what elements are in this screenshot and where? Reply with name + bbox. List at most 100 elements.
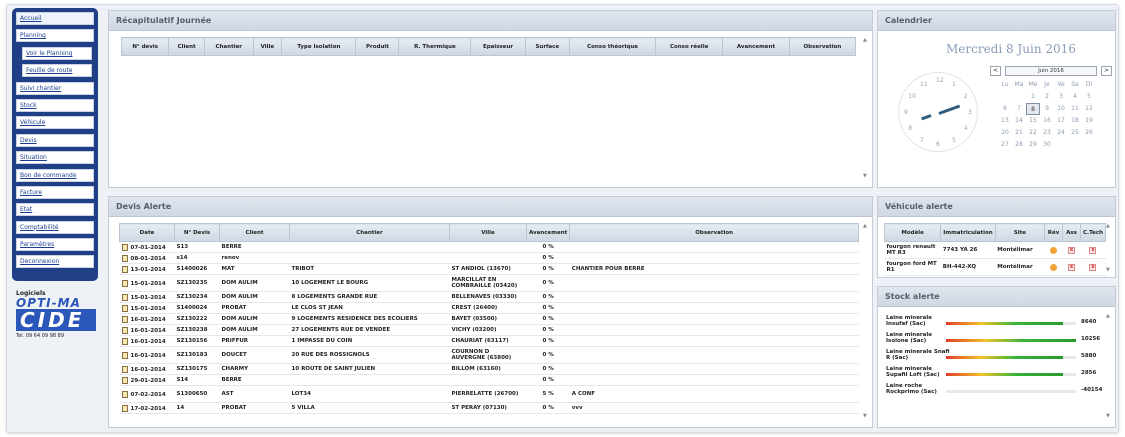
scroll-down-icon[interactable]: ▼	[863, 413, 867, 419]
calendar-day[interactable]: 14	[1012, 115, 1026, 127]
sidebar-item-situation[interactable]: Situation	[16, 151, 94, 165]
sidebar-item-facture[interactable]: Facture	[16, 185, 94, 199]
sidebar-item-suivi-chantier[interactable]: Suivi chantier	[16, 81, 94, 95]
calendar-day[interactable]: 21	[1012, 127, 1026, 139]
scroll-down-icon[interactable]: ▼	[1106, 267, 1110, 273]
devis-row[interactable]: 16-01-2014 SZ130222 DOM AULIM 9 LOGEMENTS R…	[119, 313, 859, 325]
recap-column-header: R. Thermique	[398, 37, 472, 56]
calendar-day[interactable]: 22	[1026, 127, 1040, 139]
calendar-day[interactable]: 9	[1040, 103, 1054, 115]
calendar-day[interactable]: 29	[1026, 139, 1040, 151]
calendar-day[interactable]: 20	[998, 127, 1012, 139]
sidebar-item-feuille-de-route[interactable]: Feuille de route	[22, 64, 92, 78]
devis-row[interactable]: 13-01-2014 S1400026 MAT TRIBOT ST ANDIOL (13…	[119, 263, 859, 275]
calendar-day[interactable]: 8	[1026, 103, 1040, 115]
scroll-up-icon[interactable]: ▲	[1106, 313, 1110, 319]
devis-row[interactable]: 16-01-2014 SZ130238 DOM AULIM 27 LOGEMENTS …	[119, 324, 859, 336]
vehicle-scrollbar[interactable]: ▲ ▼	[1106, 223, 1113, 273]
devis-row[interactable]: 07-02-2014 S1300650 AST LOT34 PIERRELATTE (2…	[119, 385, 859, 403]
calendar-day[interactable]: 18	[1068, 115, 1082, 127]
devis-scrollbar[interactable]: ▲ ▼	[863, 223, 870, 419]
devis-client-cell: renov	[219, 252, 290, 264]
month-selector[interactable]: Juin 2016	[1005, 66, 1097, 76]
devis-row[interactable]: 16-01-2014 SZ130156 PRIFFUR 1 IMPASSE DU CO…	[119, 335, 859, 347]
devis-row[interactable]: 29-01-2014 S14 BERRE 0 %	[119, 374, 859, 386]
document-icon[interactable]	[121, 365, 128, 373]
clock-number: 11	[920, 81, 928, 89]
document-icon[interactable]	[121, 326, 128, 334]
close-icon[interactable]: x	[1089, 246, 1097, 254]
calendar-day[interactable]: 10	[1054, 103, 1068, 115]
recap-scrollbar[interactable]: ▲ ▼	[863, 37, 870, 179]
prev-month-button[interactable]: <	[990, 66, 1001, 76]
vehicle-row[interactable]: fourgon ford MT R1 BH-442-XQ Montélimar x x	[884, 258, 1106, 276]
calendar-day[interactable]: 26	[1082, 127, 1096, 139]
devis-row[interactable]: 08-01-2014 s14 renov 0 %	[119, 252, 859, 264]
devis-row[interactable]: 16-01-2014 SZ130183 DOUCET 20 RUE DES ROSSI…	[119, 346, 859, 364]
calendar-day[interactable]: 3	[1054, 91, 1068, 103]
calendar-day[interactable]: 23	[1040, 127, 1054, 139]
calendar-day[interactable]: 17	[1054, 115, 1068, 127]
close-icon[interactable]: x	[1089, 263, 1097, 271]
sidebar-item-parametres[interactable]: Paramètres	[16, 238, 94, 252]
sidebar-item-devis[interactable]: Devis	[16, 133, 94, 147]
close-icon[interactable]: x	[1067, 263, 1075, 271]
devis-row[interactable]: 16-01-2014 SZ130175 CHARMY 10 ROUTE DE SAIN…	[119, 363, 859, 375]
document-icon[interactable]	[121, 279, 128, 287]
devis-date-cell: 15-01-2014	[119, 274, 175, 292]
sidebar-item-etat[interactable]: Etat	[16, 203, 94, 217]
document-icon[interactable]	[121, 293, 128, 301]
document-icon[interactable]	[121, 376, 128, 384]
devis-row[interactable]: 15-01-2014 SZ130235 DOM AULIM 10 LOGEMENT L…	[119, 274, 859, 292]
sidebar-item-stock[interactable]: Stock	[16, 98, 94, 112]
document-icon[interactable]	[121, 265, 128, 273]
scroll-down-icon[interactable]: ▼	[863, 173, 867, 179]
document-icon[interactable]	[121, 351, 128, 359]
document-icon[interactable]	[121, 243, 128, 251]
document-icon[interactable]	[121, 404, 128, 412]
calendar-day[interactable]: 1	[1026, 91, 1040, 103]
calendar-day[interactable]: 25	[1068, 127, 1082, 139]
calendar-day[interactable]: 6	[998, 103, 1012, 115]
devis-chantier-cell: LE CLOS ST JEAN	[289, 302, 450, 314]
calendar-day[interactable]: 28	[1012, 139, 1026, 151]
sidebar-item-accueil[interactable]: Accueil	[16, 12, 94, 25]
calendar-day[interactable]: 15	[1026, 115, 1040, 127]
document-icon[interactable]	[121, 254, 128, 262]
calendar-day[interactable]: 30	[1040, 139, 1054, 151]
calendar-day[interactable]: 5	[1082, 91, 1096, 103]
calendar-day[interactable]: 7	[1012, 103, 1026, 115]
document-icon[interactable]	[121, 337, 128, 345]
calendar-day[interactable]: 4	[1068, 91, 1082, 103]
devis-row[interactable]: 15-01-2014 S1400024 PROBAT LE CLOS ST JEAN C…	[119, 302, 859, 314]
calendar-day[interactable]: 24	[1054, 127, 1068, 139]
calendar-day[interactable]: 19	[1082, 115, 1096, 127]
scroll-up-icon[interactable]: ▲	[863, 223, 867, 229]
document-icon[interactable]	[121, 315, 128, 323]
sidebar-item-bon-de-commande[interactable]: Bon de commande	[16, 168, 94, 182]
sidebar-item-planning[interactable]: Planning	[16, 29, 94, 43]
scroll-down-icon[interactable]: ▼	[1106, 413, 1110, 419]
scroll-up-icon[interactable]: ▲	[863, 37, 867, 43]
calendar-day[interactable]: 16	[1040, 115, 1054, 127]
sidebar-item-comptabilite[interactable]: Comptabilité	[16, 220, 94, 234]
sidebar-item-vehicule[interactable]: Véhicule	[16, 116, 94, 130]
next-month-button[interactable]: >	[1101, 66, 1112, 76]
devis-row[interactable]: 15-01-2014 SZ130234 DOM AULIM 8 LOGEMENTS G…	[119, 291, 859, 303]
calendar-day[interactable]: 27	[998, 139, 1012, 151]
vehicle-row[interactable]: fourgon renault MT R3 7743 YA 26 Montélima…	[884, 241, 1106, 259]
close-icon[interactable]: x	[1067, 246, 1075, 254]
calendar-day[interactable]: 12	[1082, 103, 1096, 115]
calendar-day[interactable]: 13	[998, 115, 1012, 127]
calendar-date-title: Mercredi 8 Juin 2016	[946, 42, 1076, 56]
sidebar-item-deconnexion[interactable]: Deconnexion	[16, 255, 94, 269]
devis-row[interactable]: 07-01-2014 S13 BERRE 0 %	[119, 241, 859, 253]
document-icon[interactable]	[121, 390, 128, 398]
calendar-day[interactable]: 2	[1040, 91, 1054, 103]
sidebar-item-voir-le-planning[interactable]: Voir le Planning	[22, 46, 92, 60]
devis-row[interactable]: 17-02-2014 14 PROBAT 5 VILLA ST PERAY (07130…	[119, 402, 859, 414]
document-icon[interactable]	[121, 304, 128, 312]
stock-scrollbar[interactable]: ▲ ▼	[1106, 313, 1113, 419]
calendar-day[interactable]: 11	[1068, 103, 1082, 115]
scroll-up-icon[interactable]: ▲	[1106, 223, 1110, 229]
